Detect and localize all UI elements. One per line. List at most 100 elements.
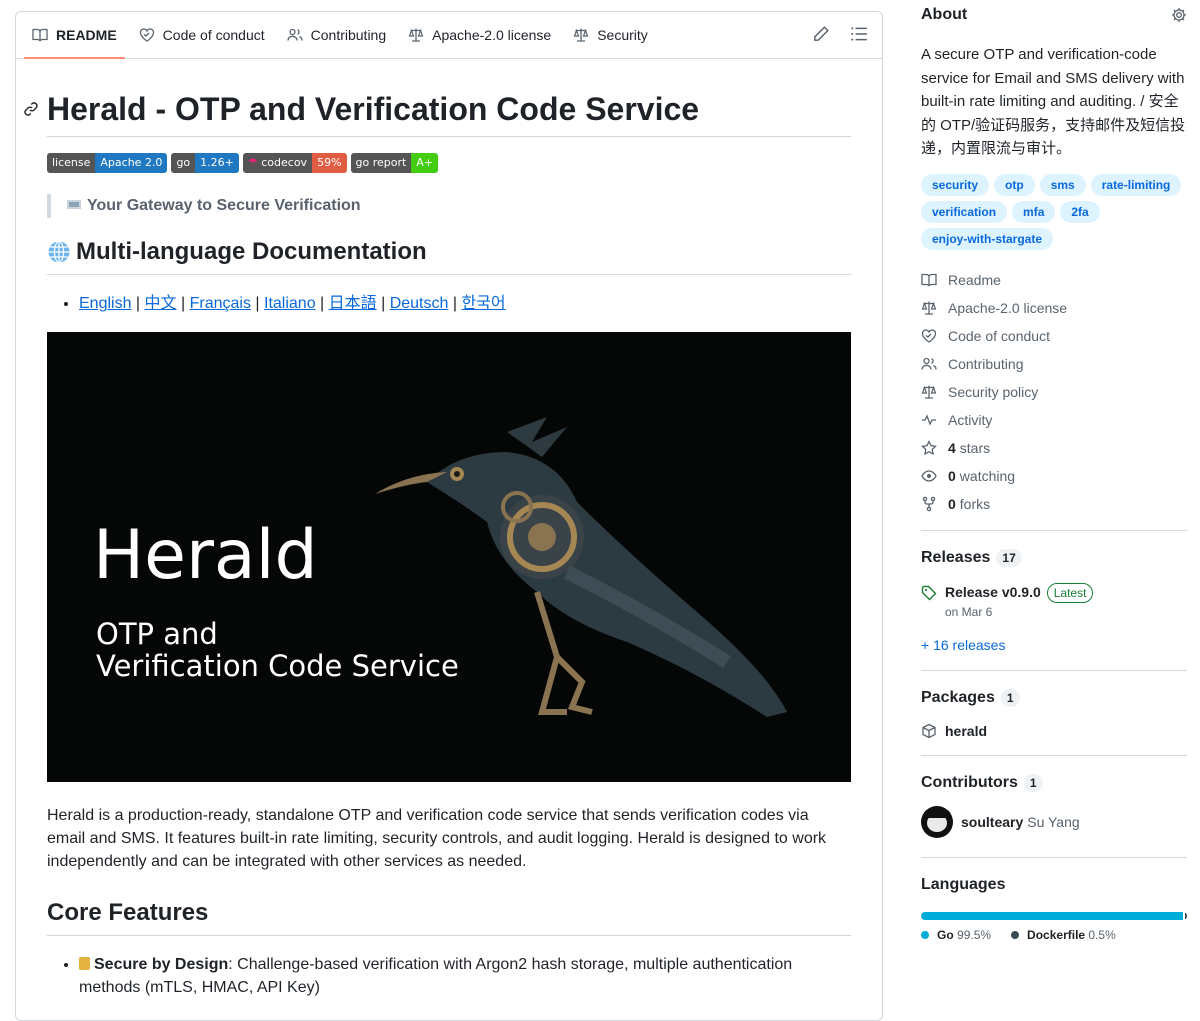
topic-tag[interactable]: security (921, 173, 990, 196)
meta-label: stars (959, 440, 991, 457)
divider (921, 755, 1187, 757)
lock-icon (79, 957, 90, 970)
meta-forks[interactable]: 0 forks (921, 490, 1187, 518)
contributor-item[interactable]: soulteary Su Yang (921, 806, 1187, 839)
language-go[interactable]: Go 99.5% (921, 928, 991, 942)
meta-count: 4 (948, 440, 956, 457)
topic-tag[interactable]: enjoy-with-stargate (921, 227, 1054, 250)
tab-label: Contributing (310, 27, 387, 43)
lang-link-japanese[interactable]: 日本語 (329, 295, 377, 312)
lang-link-korean[interactable]: 한국어 (461, 295, 505, 312)
lang-link-chinese[interactable]: 中文 (145, 295, 177, 312)
core-features-heading: Core Features (47, 899, 209, 926)
contributor-login: soulteary (961, 814, 1024, 831)
page-title: Herald - OTP and Verification Code Servi… (47, 91, 700, 127)
hero-title: Herald (93, 516, 318, 595)
about-header: About (921, 0, 1187, 30)
mechanical-raven-illustration (375, 417, 787, 717)
go-report-badge[interactable]: go report A+ (350, 153, 439, 173)
contributors-header[interactable]: Contributors 1 (921, 774, 1187, 793)
releases-count: 17 (996, 549, 1022, 568)
latest-release[interactable]: Release v0.9.0 Latest on Mar 6 (921, 583, 1187, 619)
meta-activity[interactable]: Activity (921, 406, 1187, 434)
language-pct: 0.5% (1088, 928, 1116, 943)
divider (921, 670, 1187, 672)
meta-label: Apache-2.0 license (948, 299, 1068, 316)
readme-tabs: README Code of conduct Contributing Apac… (16, 12, 882, 59)
language-pct: 99.5% (957, 928, 992, 943)
contributors-section: Contributors 1 soulteary Su Yang (921, 774, 1187, 839)
tagline-text: Your Gateway to Secure Verification (87, 197, 361, 214)
meta-code-of-conduct[interactable]: Code of conduct (921, 322, 1187, 350)
packages-title: Packages (921, 689, 995, 707)
latest-badge: Latest (1046, 583, 1094, 604)
about-title: About (921, 6, 968, 23)
tab-license[interactable]: Apache-2.0 license (400, 12, 559, 58)
lang-link-english[interactable]: English (79, 295, 131, 312)
meta-label: Security policy (948, 383, 1039, 400)
meta-security-policy[interactable]: Security policy (921, 378, 1187, 406)
multilang-heading-row: Multi-language Documentation (47, 238, 851, 275)
license-badge[interactable]: license Apache 2.0 (47, 153, 168, 173)
law-icon (921, 301, 937, 315)
meta-label: forks (959, 496, 991, 513)
topic-tag[interactable]: 2fa (1060, 200, 1100, 223)
meta-label: Readme (948, 271, 1001, 288)
badge-label: ☂ codecov (242, 153, 313, 173)
tag-icon (921, 586, 937, 601)
releases-header[interactable]: Releases 17 (921, 549, 1187, 568)
topic-tag[interactable]: mfa (1012, 200, 1056, 223)
topic-tag[interactable]: otp (994, 173, 1035, 196)
meta-license[interactable]: Apache-2.0 license (921, 294, 1187, 322)
avatar[interactable] (921, 806, 953, 839)
more-releases-link[interactable]: + 16 releases (921, 637, 1187, 653)
lang-link-french[interactable]: Français (190, 295, 251, 312)
tab-readme[interactable]: README (24, 12, 125, 59)
law-icon (573, 28, 589, 42)
readme-tools (812, 25, 868, 43)
language-list: Go 99.5% Dockerfile 0.5% (921, 928, 1187, 942)
badge-value: Apache 2.0 (95, 153, 168, 173)
meta-contributing[interactable]: Contributing (921, 350, 1187, 378)
language-dockerfile[interactable]: Dockerfile 0.5% (1011, 928, 1116, 942)
releases-section: Releases 17 Release v0.9.0 Latest on Mar … (921, 549, 1187, 653)
gear-icon[interactable] (1171, 7, 1187, 23)
globe-icon (48, 240, 70, 264)
repo-description: A secure OTP and verification-code servi… (921, 46, 1186, 157)
topic-tag[interactable]: rate-limiting (1090, 173, 1182, 196)
codecov-badge[interactable]: ☂ codecov 59% (242, 153, 347, 173)
meta-stars[interactable]: 4 stars (921, 434, 1187, 462)
meta-watching[interactable]: 0 watching (921, 462, 1187, 490)
meta-count: 0 (948, 468, 956, 485)
tab-security[interactable]: Security (565, 12, 656, 58)
meta-label: Code of conduct (948, 327, 1050, 344)
readme-panel: README Code of conduct Contributing Apac… (15, 11, 883, 1021)
list-item: Secure by Design: Challenge-based verifi… (79, 953, 851, 999)
language-bar (921, 912, 1187, 921)
edit-pencil-icon[interactable] (812, 25, 830, 43)
tab-code-of-conduct[interactable]: Code of conduct (131, 12, 273, 58)
package-icon (922, 724, 936, 739)
hero-banner-image: Herald OTP and Verification Code Service (47, 332, 851, 782)
topic-tag[interactable]: verification (921, 200, 1008, 223)
packages-header[interactable]: Packages 1 (921, 689, 1187, 708)
title-row: Herald - OTP and Verification Code Servi… (24, 89, 851, 137)
lang-link-italian[interactable]: Italiano (264, 295, 316, 312)
package-name: herald (945, 723, 988, 740)
tab-contributing[interactable]: Contributing (279, 12, 395, 58)
package-item[interactable]: herald (921, 723, 1187, 739)
outline-list-icon[interactable] (850, 25, 868, 43)
lang-link-german[interactable]: Deutsch (390, 295, 449, 312)
meta-label: Contributing (948, 355, 1024, 372)
anchor-link-icon[interactable] (23, 101, 39, 117)
language-name: Dockerfile (1027, 928, 1086, 943)
divider (921, 857, 1187, 859)
badge-label: go (171, 153, 196, 173)
languages-title: Languages (921, 876, 1006, 894)
releases-title: Releases (921, 549, 991, 567)
topic-tag[interactable]: sms (1039, 173, 1086, 196)
meta-readme[interactable]: Readme (921, 266, 1187, 294)
readme-body: Herald - OTP and Verification Code Servi… (16, 89, 882, 999)
go-version-badge[interactable]: go 1.26+ (171, 153, 239, 173)
book-icon (32, 28, 48, 42)
